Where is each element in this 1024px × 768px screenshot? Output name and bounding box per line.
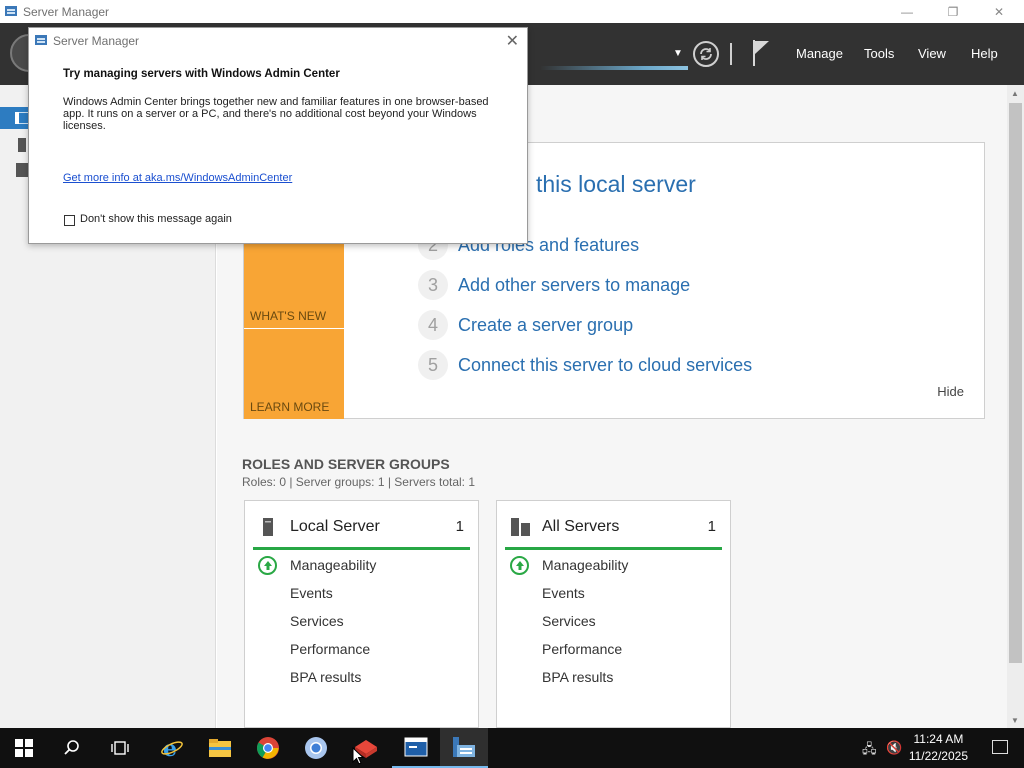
step-number: 4: [418, 310, 448, 340]
roles-summary: Roles: 0 | Server groups: 1 | Servers to…: [242, 475, 476, 489]
clock-time: 11:24 AM: [913, 732, 964, 746]
status-ok-icon: [510, 556, 529, 575]
server-manager-app-icon: [35, 35, 47, 45]
menu-help[interactable]: Help: [971, 46, 998, 61]
admin-center-dialog: Server Manager ✕ Try managing servers wi…: [28, 27, 528, 244]
chrome-icon: [257, 737, 279, 759]
taskbar-chrome[interactable]: [244, 728, 292, 768]
dialog-close-button[interactable]: ✕: [506, 31, 519, 51]
clock-date: 11/22/2025: [908, 749, 968, 763]
all-servers-card[interactable]: All Servers 1 Manageability Events Servi…: [496, 500, 731, 728]
card-row-performance[interactable]: Performance: [290, 641, 370, 657]
server-manager-icon: [453, 737, 475, 757]
vertical-scrollbar[interactable]: ▲ ▼: [1007, 85, 1024, 728]
start-button[interactable]: [0, 728, 48, 768]
card-title[interactable]: Local Server: [290, 518, 380, 536]
server-manager-app-icon: [5, 6, 17, 16]
taskbar: e 🖧 🔇 11:24 AM 11/22/2025: [0, 728, 1024, 768]
step-add-servers[interactable]: 3 Add other servers to manage: [418, 270, 690, 300]
action-center-icon[interactable]: [992, 740, 1008, 754]
whats-new-tile[interactable]: WHAT'S NEW: [244, 241, 344, 328]
nav-item-all-servers-icon[interactable]: [16, 163, 28, 177]
card-row-manageability[interactable]: Manageability: [290, 557, 376, 573]
taskbar-server-manager[interactable]: [440, 728, 488, 768]
task-view-icon: [111, 741, 129, 755]
internet-explorer-icon: e: [161, 736, 183, 760]
scroll-up-icon[interactable]: ▲: [1011, 89, 1019, 98]
refresh-button[interactable]: [693, 41, 719, 67]
card-row-services[interactable]: Services: [290, 613, 344, 629]
dialog-body: Windows Admin Center brings together new…: [63, 96, 489, 132]
servers-icon: [511, 518, 530, 536]
card-row-services[interactable]: Services: [542, 613, 596, 629]
card-count: 1: [707, 518, 716, 535]
header-separator: [730, 43, 732, 65]
card-row-manageability[interactable]: Manageability: [542, 557, 628, 573]
taskbar-app-red[interactable]: [342, 728, 390, 768]
welcome-headline[interactable]: this local server: [536, 171, 696, 198]
search-icon: [64, 740, 79, 755]
windows-start-icon: [15, 739, 33, 757]
window-title: Server Manager: [23, 5, 110, 19]
search-button[interactable]: [48, 728, 96, 768]
terminal-window-icon: [404, 737, 428, 757]
step-label[interactable]: Create a server group: [458, 315, 633, 336]
taskbar-chromium[interactable]: [292, 728, 340, 768]
whats-new-label: WHAT'S NEW: [250, 309, 327, 323]
card-row-performance[interactable]: Performance: [542, 641, 622, 657]
status-bar: [505, 547, 722, 550]
learn-more-label: LEARN MORE: [250, 400, 330, 414]
minimize-button[interactable]: —: [884, 0, 930, 23]
menu-view[interactable]: View: [918, 46, 946, 61]
step-create-group[interactable]: 4 Create a server group: [418, 310, 633, 340]
scrollbar-thumb[interactable]: [1009, 103, 1022, 663]
taskbar-internet-explorer[interactable]: e: [148, 728, 196, 768]
step-label[interactable]: Add other servers to manage: [458, 275, 690, 296]
card-row-bpa-results[interactable]: BPA results: [542, 669, 613, 685]
admin-center-link[interactable]: Get more info at aka.ms/WindowsAdminCent…: [63, 172, 292, 184]
title-bar: Server Manager — ❐ ✕: [0, 0, 1024, 23]
step-number: 5: [418, 350, 448, 380]
dialog-heading: Try managing servers with Windows Admin …: [63, 68, 340, 80]
dialog-title: Server Manager: [53, 34, 140, 48]
dont-show-checkbox[interactable]: [64, 215, 75, 226]
card-row-events[interactable]: Events: [542, 585, 585, 601]
step-connect-cloud[interactable]: 5 Connect this server to cloud services: [418, 350, 752, 380]
taskbar-file-explorer[interactable]: [196, 728, 244, 768]
card-title[interactable]: All Servers: [542, 518, 619, 536]
step-label[interactable]: Connect this server to cloud services: [458, 355, 752, 376]
breadcrumb-dropdown-icon[interactable]: ▼: [673, 48, 683, 59]
card-row-events[interactable]: Events: [290, 585, 333, 601]
local-server-card[interactable]: Local Server 1 Manageability Events Serv…: [244, 500, 479, 728]
server-icon: [263, 518, 273, 536]
card-count: 1: [455, 518, 464, 535]
refresh-icon: [700, 48, 712, 60]
hide-welcome-link[interactable]: Hide: [937, 384, 964, 399]
network-icon[interactable]: 🖧: [862, 740, 877, 762]
menu-manage[interactable]: Manage: [796, 46, 843, 61]
volume-muted-icon[interactable]: 🔇: [886, 740, 902, 756]
mouse-cursor-icon: [352, 747, 364, 765]
roles-section-title: ROLES AND SERVER GROUPS: [242, 456, 450, 472]
nav-item-dashboard[interactable]: [0, 107, 30, 129]
progress-indicator: [540, 66, 688, 70]
close-window-button[interactable]: ✕: [976, 0, 1022, 23]
dashboard-icon: [15, 112, 29, 124]
menu-tools[interactable]: Tools: [864, 46, 894, 61]
card-row-bpa-results[interactable]: BPA results: [290, 669, 361, 685]
nav-item-local-server-icon[interactable]: [18, 138, 26, 152]
task-view-button[interactable]: [96, 728, 144, 768]
chromium-icon: [305, 737, 327, 759]
scroll-down-icon[interactable]: ▼: [1011, 716, 1019, 725]
clock[interactable]: 11:24 AM 11/22/2025: [909, 731, 968, 765]
file-explorer-icon: [209, 739, 231, 757]
notifications-flag-icon[interactable]: [750, 38, 772, 68]
dont-show-checkbox-label[interactable]: Don't show this message again: [80, 213, 232, 225]
taskbar-powershell[interactable]: [392, 728, 440, 768]
restore-button[interactable]: ❐: [930, 0, 976, 23]
learn-more-tile[interactable]: LEARN MORE: [244, 329, 344, 419]
status-bar: [253, 547, 470, 550]
status-ok-icon: [258, 556, 277, 575]
step-number: 3: [418, 270, 448, 300]
